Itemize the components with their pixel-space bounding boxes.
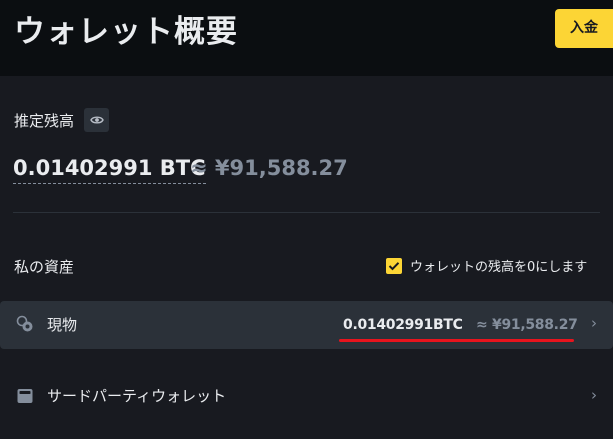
hide-zero-checkbox[interactable] [386,257,402,274]
wallet-icon [17,389,33,403]
hide-zero-label: ウォレットの残高を0にします [410,260,588,275]
toggle-balance-visibility-button[interactable] [84,108,109,132]
eye-icon [89,116,104,124]
wallet-row-btc-value: 0.01402991BTC [343,317,463,333]
checkmark-icon [388,261,400,270]
wallet-row-fiat-value: ≈ ¥91,588.27 [476,317,578,333]
deposit-button[interactable]: 入金 [555,9,613,48]
balance-btc-value[interactable]: 0.01402991 BTC [13,156,206,184]
estimated-balance-label: 推定残高 [14,112,75,130]
page-title: ウォレット概要 [14,14,238,50]
wallet-row-label: 現物 [47,316,78,334]
wallet-row-label: サードパーティウォレット [47,387,227,405]
my-assets-label: 私の資産 [14,258,75,276]
hide-zero-balance-toggle[interactable]: ウォレットの残高を0にします [386,256,587,275]
chevron-right-icon: › [591,386,597,404]
divider [13,212,600,213]
wallet-row-third-party[interactable]: サードパーティウォレット › [0,372,613,420]
annotation-underline [339,339,574,342]
chevron-right-icon: › [591,314,597,332]
page-header: ウォレット概要 入金 [0,0,613,76]
coins-icon [16,315,33,332]
balance-fiat-value: ≈ ¥91,588.27 [190,156,348,180]
